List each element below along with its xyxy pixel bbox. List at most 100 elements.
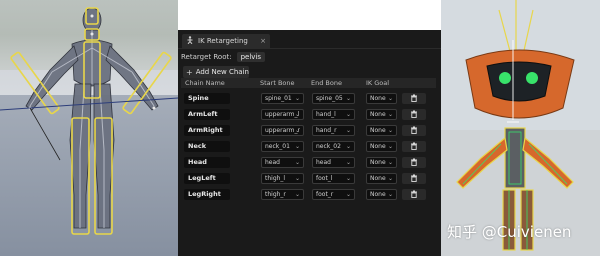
tab-title: IK Retargeting [198,37,248,45]
chain-table-header: Chain Name Start Bone End Bone IK Goal [181,78,436,88]
end-bone-value: hand_r [316,126,337,134]
column-ik-goal: IK Goal [366,79,390,87]
start-bone-dropdown[interactable]: upperarm_l ⌄ [261,108,304,120]
trash-icon [411,94,417,102]
end-bone-dropdown[interactable]: hand_r ⌄ [312,124,355,136]
tab-strip [178,48,441,49]
table-row: LegRight thigh_r ⌄ foot_r ⌄ None ⌄ [181,187,436,201]
end-bone-dropdown[interactable]: neck_02 ⌄ [312,140,355,152]
start-bone-dropdown[interactable]: spine_01 ⌄ [261,92,304,104]
add-new-chain-label: Add New Chain [195,68,249,76]
chevron-down-icon: ⌄ [294,142,300,150]
chevron-down-icon: ⌄ [294,174,300,182]
start-bone-dropdown[interactable]: neck_01 ⌄ [261,140,304,152]
chevron-down-icon: ⌄ [387,110,393,118]
delete-chain-button[interactable] [402,188,426,200]
end-bone-dropdown[interactable]: foot_r ⌄ [312,188,355,200]
chevron-down-icon: ⌄ [345,110,351,118]
trash-icon [411,126,417,134]
chevron-down-icon: ⌄ [387,158,393,166]
table-row: Head head ⌄ head ⌄ None ⌄ [181,155,436,169]
start-bone-value: thigh_r [265,190,286,198]
ik-goal-dropdown[interactable]: None ⌄ [366,92,397,104]
ik-goal-dropdown[interactable]: None ⌄ [366,108,397,120]
end-bone-dropdown[interactable]: hand_l ⌄ [312,108,355,120]
chevron-down-icon: ⌄ [345,174,351,182]
table-row: ArmLeft upperarm_l ⌄ hand_l ⌄ None ⌄ [181,107,436,121]
end-bone-value: hand_l [316,110,336,118]
delete-chain-button[interactable] [402,172,426,184]
end-bone-dropdown[interactable]: spine_05 ⌄ [312,92,355,104]
start-bone-dropdown[interactable]: thigh_r ⌄ [261,188,304,200]
chain-name[interactable]: Neck [184,140,230,152]
column-chain-name: Chain Name [185,79,225,87]
start-bone-dropdown[interactable]: head ⌄ [261,156,304,168]
chevron-down-icon: ⌄ [294,110,300,118]
add-new-chain-button[interactable]: + Add New Chain [183,66,249,78]
trash-icon [411,142,417,150]
ik-goal-value: None [370,142,386,150]
table-row: ArmRight upperarm_r ⌄ hand_r ⌄ None ⌄ [181,123,436,137]
ik-goal-dropdown[interactable]: None ⌄ [366,188,397,200]
chain-name[interactable]: ArmLeft [184,108,230,120]
ik-goal-dropdown[interactable]: None ⌄ [366,124,397,136]
table-row: Neck neck_01 ⌄ neck_02 ⌄ None ⌄ [181,139,436,153]
ik-goal-value: None [370,94,386,102]
plus-icon: + [186,67,193,77]
end-bone-dropdown[interactable]: foot_l ⌄ [312,172,355,184]
mannequin-skeleton-view [0,7,178,235]
table-row: LegLeft thigh_l ⌄ foot_l ⌄ None ⌄ [181,171,436,185]
chevron-down-icon: ⌄ [294,126,300,134]
delete-chain-button[interactable] [402,108,426,120]
chain-name[interactable]: Spine [184,92,230,104]
delete-chain-button[interactable] [402,124,426,136]
ik-goal-dropdown[interactable]: None ⌄ [366,172,397,184]
end-bone-value: foot_r [316,190,334,198]
ik-goal-dropdown[interactable]: None ⌄ [366,156,397,168]
retarget-root-label: Retarget Root: [181,53,232,61]
chevron-down-icon: ⌄ [387,174,393,182]
tab-ik-retargeting[interactable]: IK Retargeting × [182,34,270,48]
end-bone-value: neck_02 [316,142,341,150]
column-end-bone: End Bone [311,79,342,87]
ik-retargeting-panel: IK Retargeting × Retarget Root: pelvis +… [178,30,441,256]
trash-icon [411,190,417,198]
ik-goal-value: None [370,174,386,182]
chevron-down-icon: ⌄ [345,94,351,102]
chevron-down-icon: ⌄ [294,94,300,102]
chain-name[interactable]: ArmRight [184,124,230,136]
start-bone-value: spine_01 [265,94,292,102]
left-viewport[interactable] [0,0,178,256]
chain-name[interactable]: Head [184,156,230,168]
start-bone-dropdown[interactable]: upperarm_r ⌄ [261,124,304,136]
table-row: Spine spine_01 ⌄ spine_05 ⌄ None ⌄ [181,91,436,105]
right-viewport[interactable] [441,0,600,256]
chain-name[interactable]: LegLeft [184,172,230,184]
chain-name[interactable]: LegRight [184,188,230,200]
close-icon[interactable]: × [260,37,266,45]
chevron-down-icon: ⌄ [387,94,393,102]
chevron-down-icon: ⌄ [387,190,393,198]
column-start-bone: Start Bone [260,79,295,87]
retarget-root-row: Retarget Root: pelvis [181,51,266,63]
end-bone-dropdown[interactable]: head ⌄ [312,156,355,168]
chevron-down-icon: ⌄ [345,142,351,150]
start-bone-dropdown[interactable]: thigh_l ⌄ [261,172,304,184]
start-bone-value: head [265,158,280,166]
delete-chain-button[interactable] [402,156,426,168]
delete-chain-button[interactable] [402,140,426,152]
delete-chain-button[interactable] [402,92,426,104]
panel-top-gap [178,0,441,30]
retarget-root-value[interactable]: pelvis [236,52,266,62]
trash-icon [411,158,417,166]
ik-goal-value: None [370,190,386,198]
skeleton-icon [186,36,194,46]
start-bone-value: neck_01 [265,142,290,150]
chevron-down-icon: ⌄ [345,190,351,198]
chevron-down-icon: ⌄ [387,126,393,134]
trash-icon [411,174,417,182]
chevron-down-icon: ⌄ [387,142,393,150]
end-bone-value: head [316,158,331,166]
chevron-down-icon: ⌄ [294,190,300,198]
ik-goal-dropdown[interactable]: None ⌄ [366,140,397,152]
